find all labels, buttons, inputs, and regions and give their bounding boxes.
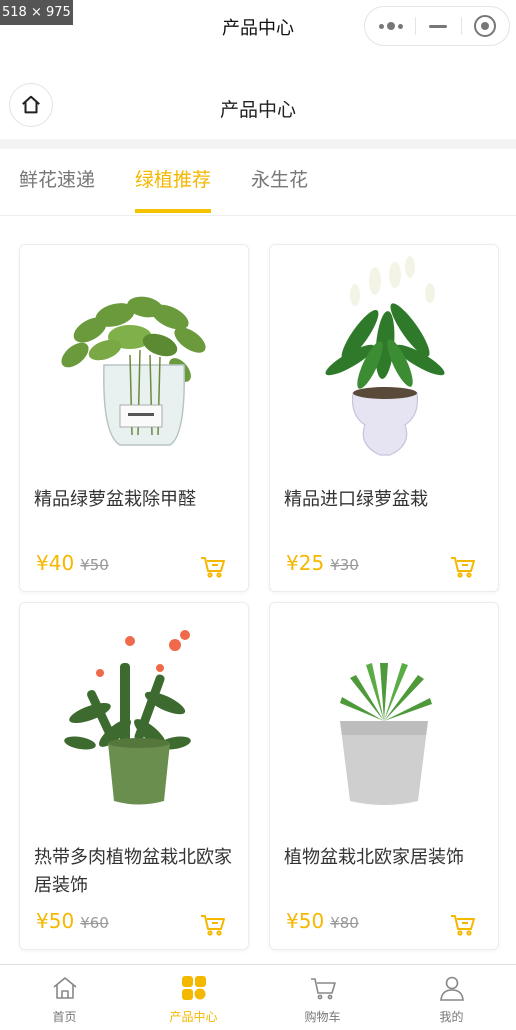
- aloe-gray-pot-image: [340, 663, 432, 805]
- price-row: ¥50 ¥60: [36, 909, 109, 935]
- original-price: ¥50: [80, 556, 109, 574]
- price-row: ¥50 ¥80: [286, 909, 359, 935]
- close-button[interactable]: [461, 7, 509, 45]
- category-tabs: 鲜花速递 绿植推荐 永生花: [0, 149, 516, 216]
- tabbar-item-home[interactable]: 首页: [0, 965, 129, 1030]
- home-icon: [52, 977, 77, 999]
- product-name: 精品绿萝盆栽除甲醛: [34, 489, 196, 510]
- minimize-button[interactable]: [414, 7, 462, 45]
- page-header: 产品中心: [0, 80, 516, 136]
- tabbar-label: 产品中心: [169, 1010, 218, 1024]
- price: ¥50: [286, 909, 325, 933]
- peace-lily-pot-image: [325, 256, 445, 456]
- price-row: ¥40 ¥50: [36, 551, 109, 577]
- screen-size-badge: 518 × 975: [0, 0, 73, 25]
- mini-program-navbar: 产品中心: [0, 0, 516, 56]
- add-to-cart-icon[interactable]: [450, 555, 476, 579]
- add-to-cart-icon[interactable]: [450, 913, 476, 937]
- product-card[interactable]: 精品进口绿萝盆栽 ¥25 ¥30: [269, 244, 499, 592]
- tabbar-item-profile[interactable]: 我的: [387, 965, 516, 1030]
- cart-icon: [310, 978, 336, 1000]
- tab-green-plants[interactable]: 绿植推荐: [135, 165, 212, 213]
- capsule-menu: [364, 6, 510, 46]
- pothos-glass-vase-image: [61, 296, 206, 446]
- tabbar-item-products[interactable]: 产品中心: [129, 965, 258, 1030]
- price: ¥25: [286, 551, 325, 575]
- original-price: ¥80: [330, 914, 359, 932]
- product-card[interactable]: 植物盆栽北欧家居装饰 ¥50 ¥80: [269, 602, 499, 950]
- add-to-cart-icon[interactable]: [200, 555, 226, 579]
- product-card[interactable]: 精品绿萝盆栽除甲醛 ¥40 ¥50: [19, 244, 249, 592]
- add-to-cart-icon[interactable]: [200, 913, 226, 937]
- product-name: 热带多肉植物盆栽北欧家居装饰: [34, 847, 232, 896]
- flowering-succulent-green-pot-image: [64, 630, 191, 805]
- product-name: 精品进口绿萝盆栽: [284, 489, 428, 510]
- tabbar-label: 购物车: [304, 1010, 341, 1024]
- price-row: ¥25 ¥30: [286, 551, 359, 577]
- target-close-icon: [474, 15, 496, 37]
- page-title: 产品中心: [219, 99, 296, 121]
- product-card[interactable]: 热带多肉植物盆栽北欧家居装饰 ¥50 ¥60: [19, 602, 249, 950]
- price: ¥40: [36, 551, 75, 575]
- bottom-tabbar: 首页 产品中心 购物车 我的: [0, 964, 516, 1030]
- active-tab-indicator: [135, 209, 212, 213]
- grid-icon: [181, 976, 206, 1000]
- original-price: ¥60: [80, 914, 109, 932]
- tabbar-label: 我的: [439, 1010, 464, 1024]
- user-icon: [439, 976, 464, 1001]
- tab-preserved-flowers[interactable]: 永生花: [251, 165, 308, 213]
- tabbar-item-cart[interactable]: 购物车: [258, 965, 387, 1030]
- product-name: 植物盆栽北欧家居装饰: [284, 847, 464, 868]
- more-button[interactable]: [367, 7, 415, 45]
- price: ¥50: [36, 909, 75, 933]
- divider-band: [0, 139, 516, 149]
- tab-fresh-flowers[interactable]: 鲜花速递: [19, 165, 95, 213]
- minimize-icon: [429, 24, 447, 28]
- original-price: ¥30: [330, 556, 359, 574]
- tabbar-label: 首页: [52, 1010, 77, 1024]
- more-dots-icon: [379, 22, 403, 30]
